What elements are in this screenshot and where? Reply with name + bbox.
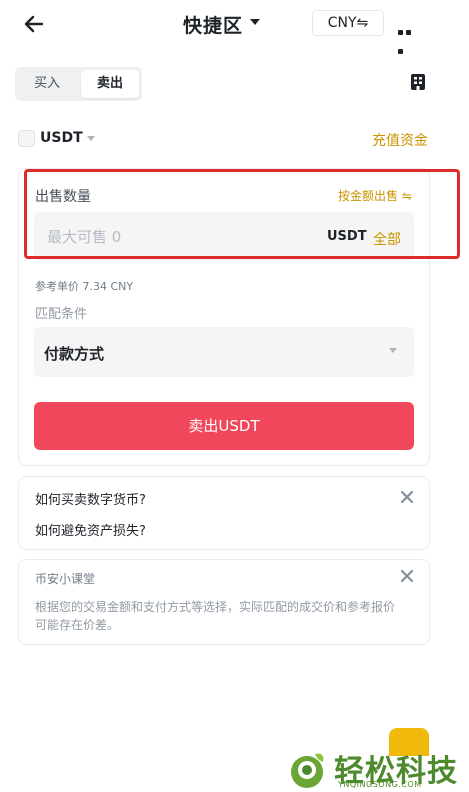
close-icon[interactable] — [400, 490, 414, 504]
reference-price: 参考单价 7.34 CNY — [35, 280, 134, 293]
coin-selector[interactable]: USDT — [40, 130, 83, 146]
payment-dropdown-caret-icon[interactable] — [389, 348, 397, 353]
tip-body: 根据您的交易金额和支付方式等选择，实际匹配的成交价和参考报价可能存在价差。 — [35, 600, 396, 632]
tab-buy[interactable]: 买入 — [18, 70, 76, 98]
match-conditions-label: 匹配条件 — [35, 307, 88, 322]
more-icon[interactable] — [398, 20, 420, 54]
watermark-logo-icon — [291, 753, 324, 788]
coin-dropdown-caret-icon[interactable] — [87, 136, 95, 141]
tip-title: 币安小课堂 — [35, 572, 96, 586]
order-list-icon[interactable] — [410, 73, 426, 91]
faq-item[interactable]: 如何避免资产损失? — [35, 520, 146, 539]
watermark-url: YNQINGSONG.COM — [338, 780, 422, 789]
title-dropdown-caret-icon[interactable] — [250, 19, 260, 25]
tab-sell[interactable]: 卖出 — [81, 70, 139, 98]
recharge-link[interactable]: 充值资金 — [372, 130, 428, 150]
currency-button[interactable]: CNY⇋ — [312, 10, 384, 36]
highlight-frame — [24, 169, 460, 259]
page-title[interactable]: 快捷区 — [183, 11, 243, 38]
close-icon[interactable] — [400, 569, 414, 583]
back-arrow-icon[interactable] — [22, 12, 46, 36]
payment-method-label[interactable]: 付款方式 — [44, 343, 104, 364]
faq-item[interactable]: 如何买卖数字货币? — [35, 489, 146, 508]
coin-checkbox[interactable] — [18, 130, 35, 147]
sell-usdt-button[interactable]: 卖出USDT — [34, 402, 414, 450]
